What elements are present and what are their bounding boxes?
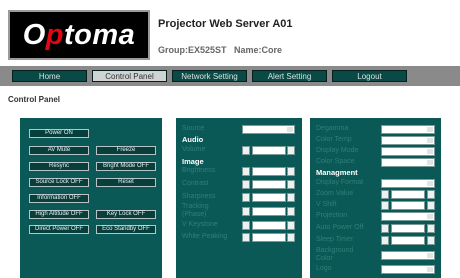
high-altitude-button[interactable]: High Altitude OFF	[29, 210, 89, 219]
v-keystone-label: V Keystone	[182, 221, 218, 228]
background-color-select[interactable]	[381, 251, 435, 260]
background-color-label-line2: Color	[316, 255, 333, 262]
color-space-select[interactable]	[381, 158, 435, 167]
volume-increase-button[interactable]	[287, 146, 295, 155]
display-mode-select[interactable]	[381, 147, 435, 156]
tracking-label: Tracking	[182, 203, 209, 210]
reset-button[interactable]: Reset	[96, 178, 156, 187]
white-peaking-decrease-button[interactable]	[242, 233, 250, 242]
projection-select[interactable]	[381, 212, 435, 221]
group-label: Group:EX525ST	[158, 45, 227, 55]
nav-home[interactable]: Home	[12, 70, 87, 82]
av-mute-button[interactable]: AV Mute	[29, 146, 89, 155]
v-shift-label: V Shift	[316, 201, 337, 208]
sleep-timer-decrease-button[interactable]	[381, 236, 389, 245]
display-format-label: Display Format	[316, 179, 364, 186]
resync-button[interactable]: Resync	[29, 162, 89, 171]
contrast-decrease-button[interactable]	[242, 180, 250, 189]
display-mode-label: Display Mode	[316, 147, 359, 154]
color-space-label: Color Space	[316, 158, 355, 165]
power-on-button[interactable]: Power ON	[29, 129, 89, 138]
brightness-value[interactable]	[252, 167, 286, 176]
v-keystone-increase-button[interactable]	[287, 221, 295, 230]
tracking-value[interactable]	[252, 207, 286, 216]
management-heading: Managment	[316, 168, 358, 177]
logo-select[interactable]	[381, 265, 435, 274]
audio-heading: Audio	[182, 135, 204, 144]
white-peaking-increase-button[interactable]	[287, 233, 295, 242]
tracking-phase-label: (Phase)	[182, 211, 207, 218]
tracking-increase-button[interactable]	[287, 207, 295, 216]
contrast-increase-button[interactable]	[287, 180, 295, 189]
degamma-label: Degamma	[316, 125, 349, 132]
display-format-select[interactable]	[381, 179, 435, 188]
zoom-value-label: Zoom Value	[316, 190, 354, 197]
sharpness-increase-button[interactable]	[287, 193, 295, 202]
zoom-value[interactable]	[391, 190, 425, 199]
zoom-decrease-button[interactable]	[381, 190, 389, 199]
white-peaking-value[interactable]	[252, 233, 286, 242]
information-button[interactable]: Information OFF	[29, 194, 89, 203]
background-color-label: Background	[316, 247, 354, 254]
sleep-timer-value[interactable]	[391, 236, 425, 245]
nav-logout[interactable]: Logout	[332, 70, 407, 82]
source-select[interactable]	[242, 125, 295, 134]
direct-power-button[interactable]: Direct Power OFF	[29, 225, 89, 234]
volume-label: Volume	[182, 146, 206, 153]
auto-power-off-decrease-button[interactable]	[381, 224, 389, 233]
freeze-button[interactable]: Freeze	[96, 146, 156, 155]
nav-network-setting[interactable]: Network Setting	[172, 70, 247, 82]
sharpness-value[interactable]	[252, 193, 286, 202]
sleep-timer-increase-button[interactable]	[427, 236, 435, 245]
eco-standby-button[interactable]: Eco Standby OFF	[96, 225, 156, 234]
nav-alert-setting[interactable]: Alert Setting	[252, 70, 327, 82]
brightness-increase-button[interactable]	[287, 167, 295, 176]
auto-power-off-label: Auto Power Off	[316, 224, 364, 231]
key-lock-button[interactable]: Key Lock OFF	[96, 210, 156, 219]
sleep-timer-label: Sleep Timer	[316, 236, 354, 243]
v-shift-increase-button[interactable]	[427, 201, 435, 210]
optoma-logo: Optoma	[8, 10, 150, 60]
contrast-value[interactable]	[252, 180, 286, 189]
zoom-increase-button[interactable]	[427, 190, 435, 199]
v-shift-value[interactable]	[391, 201, 425, 210]
brightness-decrease-button[interactable]	[242, 167, 250, 176]
projection-label: Projection	[316, 212, 348, 219]
group-name-line: Group:EX525ST Name:Core	[158, 45, 282, 55]
logo-label: Logo	[316, 265, 332, 272]
logo-text: Optoma	[22, 18, 136, 51]
name-label: Name:Core	[234, 45, 283, 55]
contrast-label: Contrast	[182, 180, 209, 187]
volume-value[interactable]	[252, 146, 286, 155]
v-keystone-decrease-button[interactable]	[242, 221, 250, 230]
v-shift-decrease-button[interactable]	[381, 201, 389, 210]
auto-power-off-increase-button[interactable]	[427, 224, 435, 233]
page-title: Projector Web Server A01	[158, 18, 293, 30]
volume-decrease-button[interactable]	[242, 146, 250, 155]
sharpness-decrease-button[interactable]	[242, 193, 250, 202]
tracking-decrease-button[interactable]	[242, 207, 250, 216]
bright-mode-button[interactable]: Bright Mode OFF	[96, 162, 156, 171]
v-keystone-value[interactable]	[252, 221, 286, 230]
color-temp-label: Color Temp	[316, 136, 352, 143]
white-peaking-label: White Peaking	[182, 233, 228, 240]
color-temp-select[interactable]	[381, 136, 435, 145]
nav-control-panel[interactable]: Control Panel	[92, 70, 167, 82]
auto-power-off-value[interactable]	[391, 224, 425, 233]
degamma-select[interactable]	[381, 125, 435, 134]
sharpness-label: Sharpness	[182, 193, 216, 200]
source-lock-button[interactable]: Source Lock OFF	[29, 178, 89, 187]
brightness-label: Brightness	[182, 167, 216, 174]
source-label: Source	[182, 125, 205, 132]
section-title: Control Panel	[8, 95, 61, 104]
image-heading: Image	[182, 157, 204, 166]
